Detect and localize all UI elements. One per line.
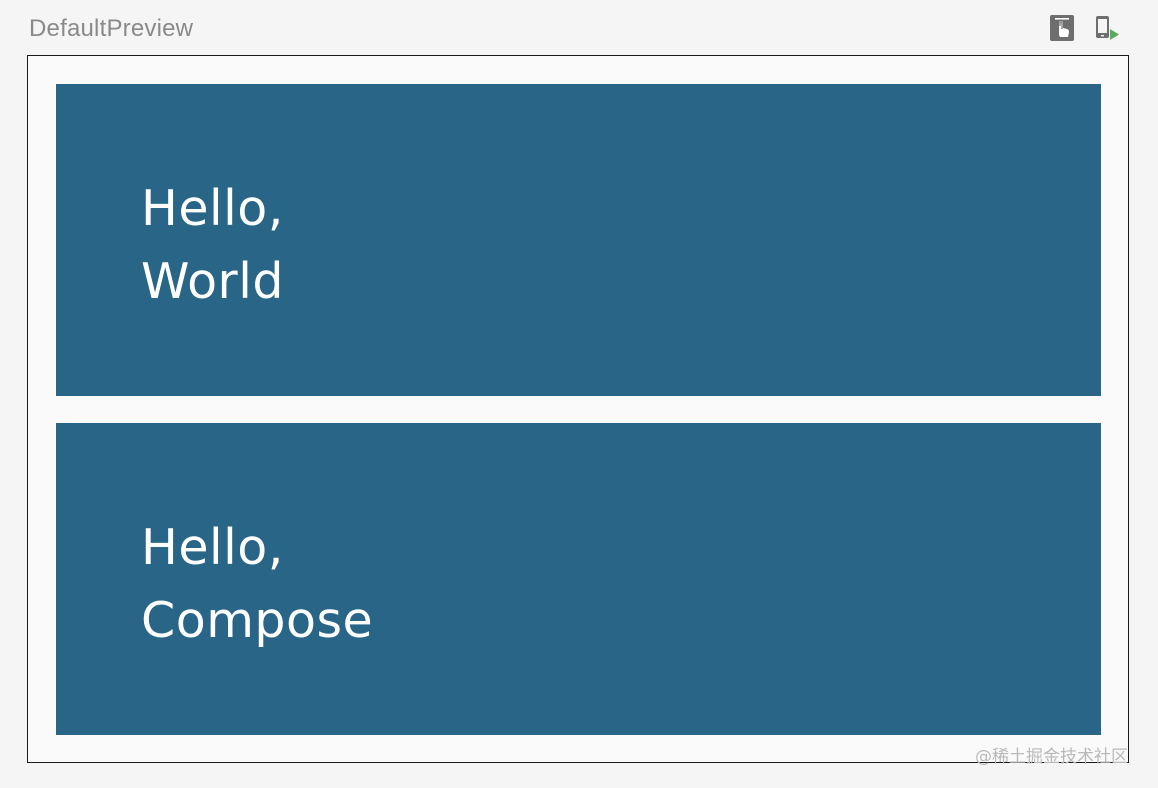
greeting-text: Hello, World — [141, 172, 284, 318]
greeting-text: Hello, Compose — [141, 511, 373, 657]
greeting-card-compose: Hello, Compose — [56, 423, 1101, 735]
greeting-line-1: Hello, — [141, 180, 284, 237]
interactive-mode-icon — [1050, 15, 1074, 41]
deploy-to-device-button[interactable] — [1093, 14, 1121, 42]
greeting-card-world: Hello, World — [56, 84, 1101, 396]
greeting-line-1: Hello, — [141, 519, 284, 576]
preview-frame: Hello, World Hello, Compose — [27, 55, 1129, 763]
preview-title: DefaultPreview — [29, 15, 194, 42]
greeting-line-2: World — [141, 253, 284, 310]
greeting-line-2: Compose — [141, 592, 374, 649]
watermark: @稀土掘金技术社区 — [975, 747, 1128, 767]
deploy-to-device-icon — [1096, 16, 1119, 40]
interactive-mode-button[interactable] — [1048, 14, 1076, 42]
